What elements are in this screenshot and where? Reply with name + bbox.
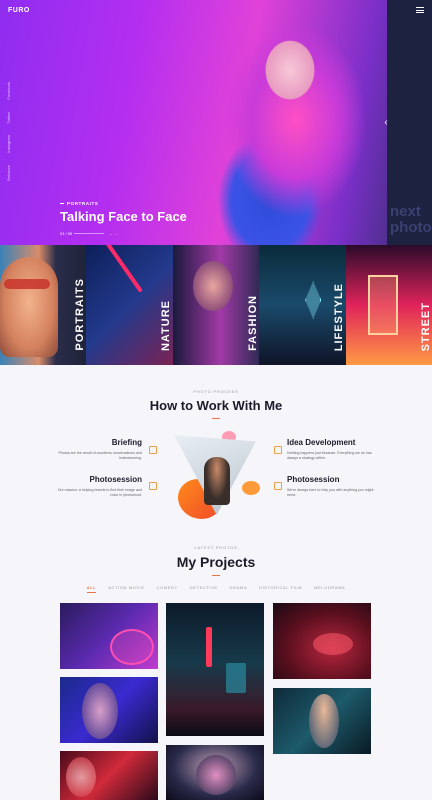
project-card[interactable] (273, 603, 371, 679)
slide-progress (74, 233, 104, 234)
category-label: STREET (419, 301, 432, 351)
category-portraits[interactable]: PORTRAITS (0, 245, 87, 365)
camera-icon (149, 482, 157, 490)
category-fashion[interactable]: FASHION (172, 245, 260, 365)
project-card[interactable] (166, 603, 264, 736)
portrait-photo (0, 257, 58, 357)
chevron-left-icon[interactable]: ‹ (380, 116, 392, 130)
category-label: LIFESTYLE (333, 282, 346, 351)
service-idea-development: Idea Development Nothing happens just be… (287, 438, 377, 461)
service-title: Photosession (89, 475, 142, 484)
category-label: NATURE (160, 299, 173, 351)
projects-divider (212, 575, 220, 576)
filter-historical-film[interactable]: HISTORICAL FILM (259, 585, 302, 590)
projects-title: My Projects (176, 554, 256, 570)
sunglasses-shape (4, 279, 50, 289)
service-photosession-left: Photosession Our mission: a helping bran… (52, 475, 142, 498)
service-title: Briefing (111, 438, 142, 447)
service-text: Photos are the result of countless conve… (58, 451, 142, 460)
hero-tag: PORTRAITS (60, 201, 98, 206)
project-filters: ALL ACTION MOVIE COMEDY DETECTIVE DRAMA … (0, 585, 432, 593)
photographer-illustration (170, 427, 262, 521)
service-photosession-right: Photosession We're always here to help y… (287, 475, 377, 498)
social-link-twitter[interactable]: Twitter (6, 112, 11, 124)
section-title: How to Work With Me (149, 398, 283, 413)
service-title: Idea Development (287, 438, 356, 447)
hamburger-icon[interactable] (416, 7, 424, 13)
photographer-photo (204, 457, 230, 505)
slide-arrows[interactable]: ← → (109, 231, 118, 236)
category-label: FASHION (246, 295, 259, 351)
lightbulb-icon (274, 446, 282, 454)
project-card[interactable] (273, 688, 371, 754)
photo-icon (274, 482, 282, 490)
project-card[interactable] (60, 751, 158, 800)
service-text: We're always here to help you with anyth… (287, 488, 374, 497)
slide-counter: 01 / 05 (60, 231, 73, 236)
service-text: Our mission: a helping brands to find th… (57, 488, 142, 497)
service-title: Photosession (287, 475, 340, 484)
category-label: PORTRAITS (74, 278, 86, 351)
service-briefing: Briefing Photos are the result of countl… (52, 438, 142, 461)
social-link-facebook[interactable]: Facebook (6, 82, 11, 100)
category-nature[interactable]: NATURE (86, 245, 173, 365)
project-card[interactable] (60, 603, 158, 669)
next-photo-label[interactable]: next photo (390, 204, 432, 236)
briefing-icon (149, 446, 157, 454)
project-card[interactable] (60, 677, 158, 743)
filter-action-movie[interactable]: ACTION MOVIE (108, 585, 144, 590)
site-logo[interactable]: FURO (8, 7, 30, 14)
social-link-instagram[interactable]: Instagram (6, 135, 11, 153)
service-text: Nothing happens just because. Everything… (287, 451, 372, 460)
filter-comedy[interactable]: COMEDY (157, 585, 178, 590)
category-lifestyle[interactable]: LIFESTYLE (259, 245, 346, 365)
category-street[interactable]: STREET (345, 245, 432, 365)
projects-subtitle: LATEST PHOTOS (194, 545, 238, 550)
hero-slider: FURO Facebook Twitter Instagram Behance … (0, 0, 432, 245)
filter-detective[interactable]: DETECTIVE (190, 585, 218, 590)
filter-drama[interactable]: DRAMA (230, 585, 247, 590)
hero-title: Talking Face to Face (60, 209, 187, 224)
category-strip: PORTRAITS NATURE FASHION LIFESTYLE STREE… (0, 245, 432, 365)
social-link-behance[interactable]: Behance (6, 165, 11, 181)
section-divider (212, 418, 220, 419)
project-card[interactable] (166, 745, 264, 800)
filter-melodrama[interactable]: MELODRAMA (314, 585, 345, 590)
hero-photo (185, 0, 390, 245)
filter-all[interactable]: ALL (86, 585, 97, 593)
social-links: Facebook Twitter Instagram Behance (6, 82, 11, 181)
section-subtitle: PHOTO PROCESS (193, 389, 239, 394)
